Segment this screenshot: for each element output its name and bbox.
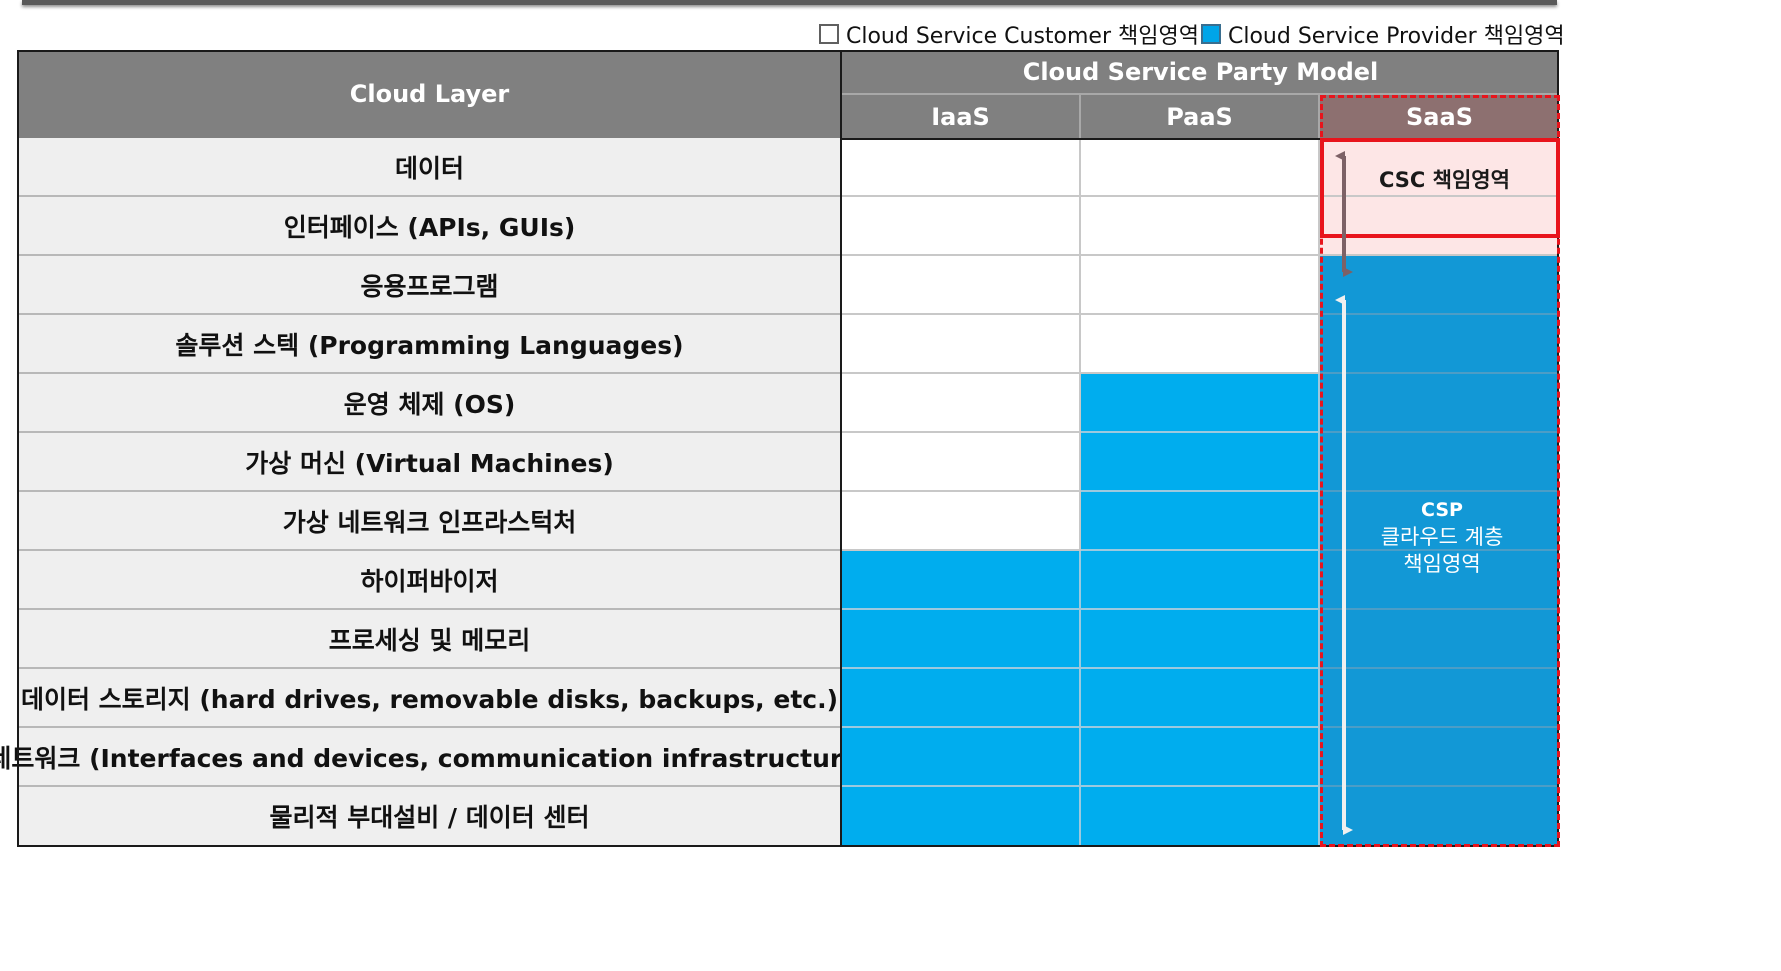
layer-name: 데이터 <box>394 153 464 183</box>
layer-name: 가상 머신 (Virtual Machines) <box>245 448 614 478</box>
iaas-cell-provider <box>842 728 1081 787</box>
responsibility-arrows <box>1335 151 1353 835</box>
iaas-cell-provider <box>842 669 1081 728</box>
header-iaas: IaaS <box>842 95 1081 138</box>
paas-cell-provider <box>1081 787 1320 847</box>
layer-label-cell: 가상 네트워크 인프라스턱처 <box>17 492 842 551</box>
layer-name: 응용프로그램 <box>360 271 499 301</box>
customer-swatch-icon <box>819 24 839 44</box>
layer-name: 운영 체제 (OS) <box>343 389 516 419</box>
paas-cell-provider <box>1081 374 1320 433</box>
layer-label-cell: 데이터 <box>17 138 842 197</box>
paas-cell-provider <box>1081 728 1320 787</box>
csp-label-line2: 클라우드 계층 <box>1380 525 1504 549</box>
paas-cell-provider <box>1081 551 1320 610</box>
layer-name: 인터페이스 (APIs, GUIs) <box>283 212 576 242</box>
paas-cell-provider <box>1081 669 1320 728</box>
iaas-cell-customer <box>842 492 1081 551</box>
iaas-cell-provider <box>842 610 1081 669</box>
layer-label-cell: 네트워크 (Interfaces and devices, communicat… <box>0 728 871 787</box>
iaas-cell-customer <box>842 374 1081 433</box>
layer-label-cell: 가상 머신 (Virtual Machines) <box>17 433 842 492</box>
provider-swatch-icon <box>1201 24 1221 44</box>
layer-label-cell: 응용프로그램 <box>17 256 842 315</box>
legend-customer: Cloud Service Customer 책임영역 <box>819 19 1199 49</box>
layer-name: 물리적 부대설비 / 데이터 센터 <box>269 803 590 832</box>
paas-cell-customer <box>1081 197 1320 256</box>
paas-cell-provider <box>1081 610 1320 669</box>
column-divider <box>840 50 842 847</box>
paas-label: PaaS <box>1166 102 1233 131</box>
layer-label-cell: 하이퍼바이저 <box>17 551 842 610</box>
layer-name: 하이퍼바이저 <box>360 566 499 596</box>
header-party-model: Cloud Service Party Model <box>842 50 1559 95</box>
layer-label-cell: 솔루션 스텍 (Programming Languages) <box>17 315 842 374</box>
layer-name: 네트워크 (Interfaces and devices, communicat… <box>0 743 871 773</box>
header-cloud-layer: Cloud Layer <box>17 50 842 138</box>
top-divider-bar <box>22 0 1557 5</box>
csp-responsibility-label: CSP 클라우드 계층 책임영역 <box>1357 497 1527 578</box>
iaas-cell-provider <box>842 551 1081 610</box>
paas-cell-provider <box>1081 492 1320 551</box>
iaas-cell-customer <box>842 315 1081 374</box>
layer-label-cell: 프로세싱 및 메모리 <box>17 610 842 669</box>
csc-responsibility-label: CSC 책임영역 <box>1379 168 1510 192</box>
iaas-cell-customer <box>842 197 1081 256</box>
iaas-cell-provider <box>842 787 1081 847</box>
iaas-cell-customer <box>842 138 1081 197</box>
cloud-layer-title: Cloud Layer <box>349 80 510 108</box>
paas-cell-customer <box>1081 138 1320 197</box>
iaas-cell-customer <box>842 256 1081 315</box>
layer-name: 솔루션 스텍 (Programming Languages) <box>175 330 684 360</box>
layer-name: 가상 네트워크 인프라스턱처 <box>282 507 577 537</box>
legend-customer-label: Cloud Service Customer 책임영역 <box>846 24 1199 49</box>
party-model-title: Cloud Service Party Model <box>1022 57 1379 86</box>
paas-cell-customer <box>1081 315 1320 374</box>
responsibility-table: Cloud Layer Cloud Service Party Model Ia… <box>0 50 1560 847</box>
header-paas: PaaS <box>1081 95 1320 138</box>
layer-label-cell: 인터페이스 (APIs, GUIs) <box>17 197 842 256</box>
iaas-label: IaaS <box>931 102 990 131</box>
layer-label-cell: 물리적 부대설비 / 데이터 센터 <box>17 787 842 847</box>
layer-label-cell: 데이터 스토리지 (hard drives, removable disks, … <box>17 669 842 728</box>
csp-label-line3: 책임영역 <box>1403 552 1481 576</box>
legend-provider: Cloud Service Provider 책임영역 <box>1201 19 1565 49</box>
paas-cell-customer <box>1081 256 1320 315</box>
layer-name: 프로세싱 및 메모리 <box>328 625 531 655</box>
layer-name: 데이터 스토리지 (hard drives, removable disks, … <box>20 684 839 714</box>
legend-provider-label: Cloud Service Provider 책임영역 <box>1228 24 1565 49</box>
csp-label-line1: CSP <box>1421 499 1463 521</box>
layer-label-cell: 운영 체제 (OS) <box>17 374 842 433</box>
iaas-cell-customer <box>842 433 1081 492</box>
paas-cell-provider <box>1081 433 1320 492</box>
